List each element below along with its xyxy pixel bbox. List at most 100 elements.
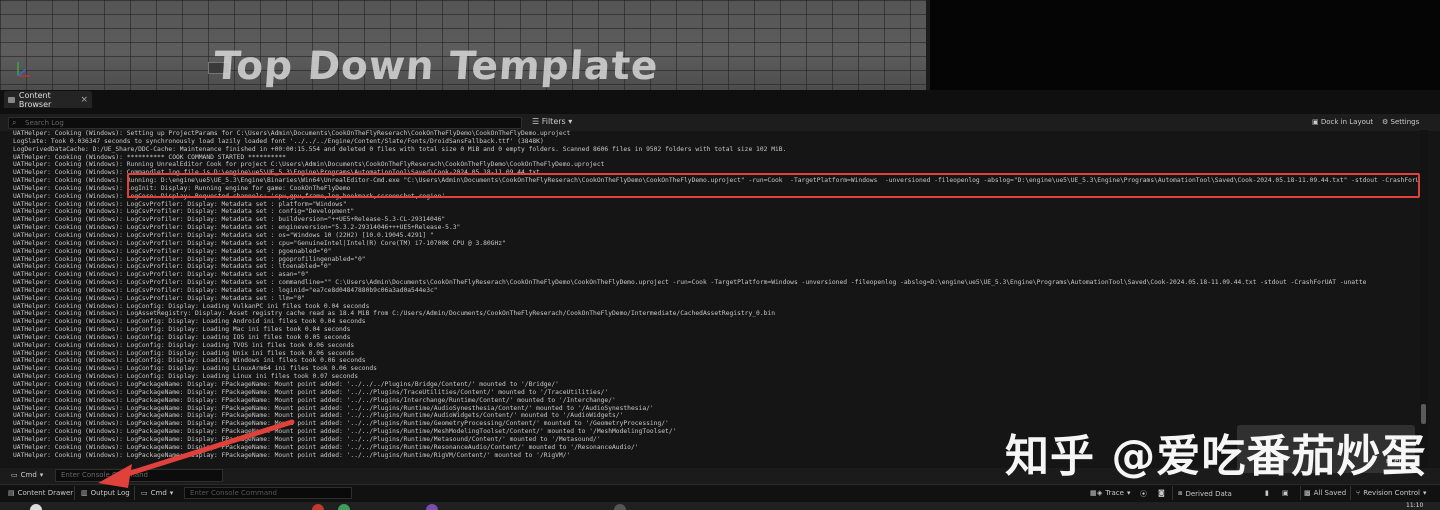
log-line: UATHelper: Cooking (Windows): LogCsvProf…	[13, 294, 305, 302]
log-line: UATHelper: Cooking (Windows): LogCsvProf…	[13, 286, 438, 294]
trace-label: Trace	[1105, 489, 1124, 497]
divider	[1300, 486, 1301, 500]
save-icon: ▩	[1304, 489, 1311, 497]
app-icon[interactable]	[426, 504, 438, 510]
stats-button[interactable]: ▮	[1265, 489, 1269, 497]
terminal-icon: ▭	[11, 471, 18, 479]
chevron-down-icon: ▾	[39, 471, 44, 479]
output-log-label: Output Log	[90, 489, 130, 497]
log-line: UATHelper: Cooking (Windows): LogCsvProf…	[13, 231, 434, 239]
log-line: UATHelper: Cooking (Windows): LogCsvProf…	[13, 224, 461, 232]
dock-in-layout-button[interactable]: ▣ Dock in Layout	[1312, 118, 1373, 126]
divider	[134, 486, 135, 500]
log-line: UATHelper: Cooking (Windows): LogCsvProf…	[13, 239, 506, 247]
database-icon: ⧈	[1178, 489, 1183, 497]
log-line: UATHelper: Cooking (Windows): LogCsvProf…	[13, 279, 1367, 287]
content-browser-tabstrip	[0, 90, 1440, 114]
log-line: UATHelper: Cooking (Windows): LogCsvProf…	[13, 208, 355, 216]
bars-icon: ▮	[1265, 489, 1269, 497]
cmd-dropdown[interactable]: ▭ Cmd ▾	[11, 471, 43, 479]
folder-icon	[8, 96, 15, 103]
filters-label: Filters	[541, 117, 566, 126]
log-line: UATHelper: Cooking (Windows): LogPackage…	[13, 396, 616, 404]
derived-data-button[interactable]: ⧈ Derived Data	[1178, 489, 1232, 498]
derived-data-label: Derived Data	[1185, 489, 1232, 498]
drawer-icon: ▤	[8, 489, 15, 497]
camera-icon: ◙	[1158, 489, 1165, 497]
details-panel	[926, 0, 1440, 90]
divider	[1350, 486, 1351, 500]
status-console-input[interactable]: Enter Console Command	[184, 487, 352, 499]
console-command-input[interactable]: Enter Console Command	[55, 469, 223, 482]
log-icon: ▥	[81, 489, 88, 497]
cmd-status-dropdown[interactable]: ▭ Cmd ▾	[141, 489, 173, 497]
revision-control-label: Revision Control	[1363, 489, 1420, 497]
panel-divider	[926, 0, 930, 90]
app-icon[interactable]	[614, 504, 626, 510]
log-line: UATHelper: Cooking (Windows): LogConfig:…	[13, 365, 377, 373]
log-line: UATHelper: Cooking (Windows): LogConfig:…	[13, 341, 355, 349]
cmd-label: Cmd	[20, 471, 37, 479]
log-line: UATHelper: Cooking (Windows): LogConfig:…	[13, 318, 366, 326]
highlight-box	[127, 173, 1420, 198]
log-line: UATHelper: Cooking (Windows): LogConfig:…	[13, 357, 366, 365]
content-drawer-button[interactable]: ▤ Content Drawer	[8, 489, 73, 497]
settings-button[interactable]: ⚙ Settings	[1382, 118, 1419, 126]
log-line: UATHelper: Cooking (Windows): LogConfig:…	[13, 349, 355, 357]
stat-icons: ▦	[1090, 489, 1097, 497]
log-line: UATHelper: Cooking (Windows): LogCsvProf…	[13, 263, 332, 271]
log-line: LogDerivedDataCache: D:/UE_Share/DDC-Cac…	[13, 145, 787, 153]
axis-gizmo-icon	[17, 62, 30, 77]
camera-button[interactable]: ◙	[1158, 489, 1165, 497]
chevron-down-icon: ▾	[568, 117, 573, 126]
tab-label: Content Browser	[18, 90, 52, 109]
search-log-input[interactable]: ⌕ Search Log	[8, 117, 522, 129]
app-icon[interactable]	[312, 504, 324, 510]
box-icon: ▣	[1282, 489, 1289, 497]
all-saved-button[interactable]: ▩ All Saved	[1304, 489, 1346, 497]
search-icon: ⌕	[12, 118, 17, 127]
search-placeholder: Search Log	[25, 119, 64, 127]
dock-label: Dock in Layout	[1320, 118, 1374, 126]
chevron-down-icon: ▾	[1126, 489, 1131, 497]
all-saved-label: All Saved	[1313, 489, 1347, 497]
trace-button[interactable]: ◈ Trace ▾	[1097, 489, 1130, 497]
output-log-button[interactable]: ▥ Output Log	[81, 489, 130, 497]
log-line: UATHelper: Cooking (Windows): LogCsvProf…	[13, 216, 446, 224]
record-button[interactable]: ⦿	[1140, 489, 1147, 499]
chevron-down-icon: ▾	[1423, 489, 1427, 497]
divider	[1172, 486, 1173, 500]
app-icon[interactable]	[338, 504, 350, 510]
log-line: UATHelper: Cooking (Windows): LogCsvProf…	[13, 271, 309, 279]
tab-content-browser[interactable]: Content Browser ×	[4, 90, 92, 109]
windows-taskbar	[0, 502, 1440, 510]
filter-icon: ☰	[532, 117, 540, 126]
branch-icon: ⑂	[1356, 489, 1361, 497]
log-line: UATHelper: Cooking (Windows): LogPackage…	[13, 388, 609, 396]
log-line: UATHelper: Cooking (Windows): **********…	[13, 153, 286, 161]
filters-button[interactable]: ☰ Filters ▾	[532, 117, 572, 126]
log-line: UATHelper: Cooking (Windows): LogConfig:…	[13, 326, 351, 334]
cmd-status-label: Cmd	[150, 489, 167, 497]
revision-control-button[interactable]: ⑂ Revision Control ▾	[1356, 489, 1427, 497]
record-icon: ⦿	[1140, 490, 1147, 498]
level-viewport[interactable]: Top Down Template	[0, 0, 926, 90]
log-line: UATHelper: Cooking (Windows): Setting up…	[13, 130, 571, 137]
log-line: UATHelper: Cooking (Windows): LogAssetRe…	[13, 310, 776, 318]
taskbar-clock: 11:10	[1406, 502, 1424, 509]
log-line: UATHelper: Cooking (Windows): LogConfig:…	[13, 302, 370, 310]
close-icon[interactable]: ×	[80, 95, 88, 105]
dock-icon: ▣	[1312, 118, 1319, 126]
log-line: UATHelper: Cooking (Windows): LogConfig:…	[13, 333, 351, 341]
log-line: LogSlate: Took 0.036347 seconds to synch…	[13, 137, 544, 145]
grid-icon: ▦	[1090, 489, 1097, 497]
log-line: UATHelper: Cooking (Windows): LogCsvProf…	[13, 247, 332, 255]
extra-button[interactable]: ▣	[1282, 489, 1289, 497]
start-icon[interactable]	[30, 504, 42, 510]
log-line: UATHelper: Cooking (Windows): LogCsvProf…	[13, 255, 366, 263]
settings-label: Settings	[1390, 118, 1420, 126]
log-line: UATHelper: Cooking (Windows): LogCsvProf…	[13, 200, 347, 208]
viewport-title-text: Top Down Template	[212, 44, 661, 89]
gear-icon: ⚙	[1382, 118, 1389, 126]
content-drawer-label: Content Drawer	[17, 489, 74, 497]
